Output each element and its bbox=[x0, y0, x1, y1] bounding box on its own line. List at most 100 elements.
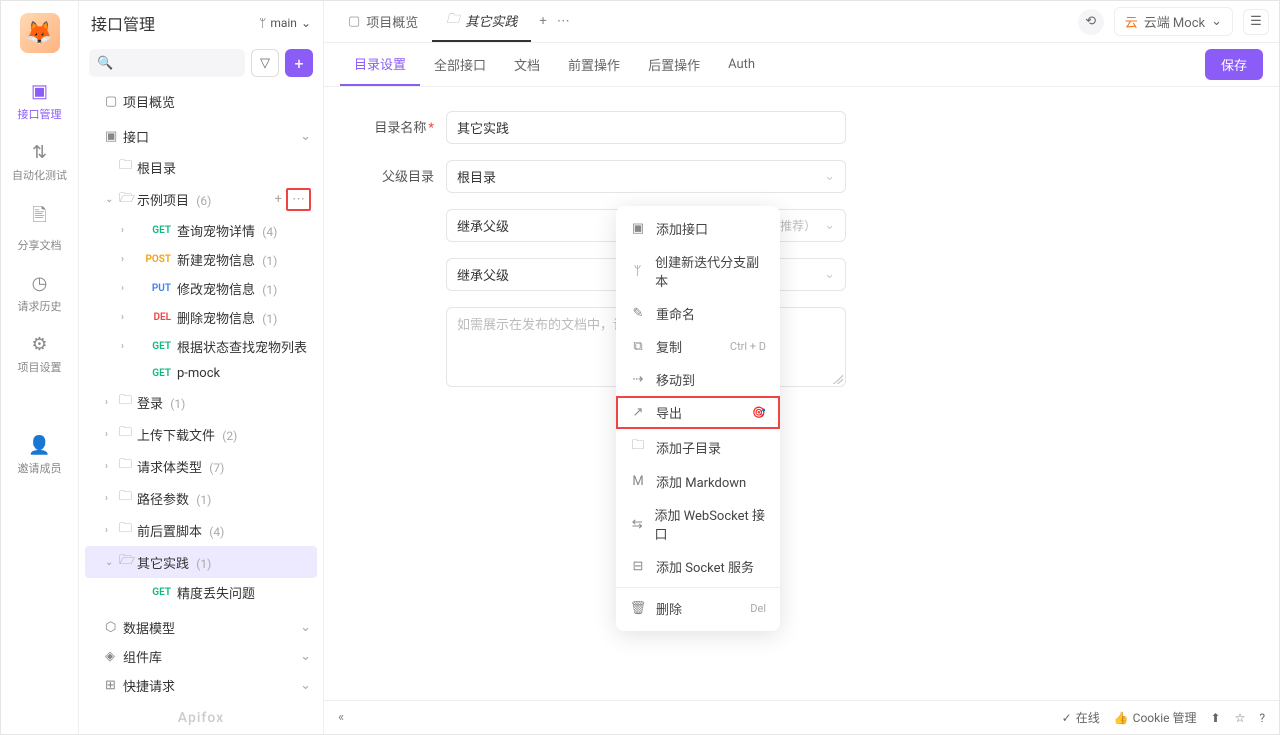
ctx-create-branch-copy[interactable]: ᛘ创建新迭代分支副本 bbox=[616, 245, 780, 297]
tree-api-item[interactable]: ›GET查询宠物详情 (4) bbox=[85, 216, 317, 245]
input-dir-name[interactable]: 其它实践 bbox=[446, 111, 846, 144]
add-button[interactable]: + bbox=[285, 49, 313, 77]
schema-icon: ⬡ bbox=[105, 620, 123, 635]
tree-api-item[interactable]: GET精度丢失问题 bbox=[85, 578, 317, 607]
subtab-post[interactable]: 后置操作 bbox=[634, 43, 714, 86]
save-button[interactable]: 保存 bbox=[1205, 49, 1263, 80]
ctx-add-subdir[interactable]: 🗀添加子目录 bbox=[616, 429, 780, 465]
tree-folder[interactable]: ›🗀上传下载文件 (2) bbox=[85, 418, 317, 450]
rail-history[interactable]: ◷请求历史 bbox=[1, 263, 78, 324]
chevron-right-icon: › bbox=[121, 225, 135, 236]
subtab-dir-settings[interactable]: 目录设置 bbox=[340, 43, 420, 86]
tree-folder[interactable]: ›🗀登录 (1) bbox=[85, 386, 317, 418]
tree-api-item[interactable]: ›PUT修改宠物信息 (1) bbox=[85, 274, 317, 303]
select-parent-dir[interactable]: 根目录⌄ bbox=[446, 160, 846, 193]
edit-icon: ✎ bbox=[630, 306, 646, 321]
menu-icon: ☰ bbox=[1250, 14, 1262, 29]
ctx-export[interactable]: ↗导出🎯 bbox=[616, 396, 780, 429]
api-icon: ▣ bbox=[31, 81, 48, 102]
tree-api-item[interactable]: GETp-mock bbox=[85, 361, 317, 386]
tab-other-practice[interactable]: 🗀其它实践 bbox=[432, 1, 531, 42]
tree-folder[interactable]: ›🗀前后置脚本 (4) bbox=[85, 514, 317, 546]
collapse-button[interactable]: « bbox=[338, 710, 344, 725]
folder-icon: 🗀 bbox=[119, 156, 137, 178]
rail-automation[interactable]: ⇅自动化测试 bbox=[1, 132, 78, 193]
flow-icon: ⇅ bbox=[32, 142, 47, 163]
trash-icon: 🗑 bbox=[630, 601, 646, 616]
tree-project-overview[interactable]: ▢项目概览 bbox=[85, 87, 317, 116]
chevron-down-icon: ⌄ bbox=[824, 169, 835, 184]
folder-icon: 🗀 bbox=[119, 455, 137, 477]
filter-button[interactable]: ▽ bbox=[251, 49, 279, 77]
ctx-delete[interactable]: 🗑删除Del bbox=[616, 592, 780, 625]
ctx-add-markdown[interactable]: M添加 Markdown bbox=[616, 465, 780, 498]
tree-folder[interactable]: ›🗀请求体类型 (7) bbox=[85, 450, 317, 482]
chevron-right-icon: › bbox=[105, 461, 119, 472]
invite-icon: 👤 bbox=[28, 435, 50, 456]
plus-icon[interactable]: + bbox=[275, 192, 282, 207]
tree-data-model[interactable]: ⬡数据模型⌄ bbox=[85, 613, 317, 642]
panel-title: 接口管理 bbox=[91, 11, 259, 35]
rail-settings[interactable]: ⚙项目设置 bbox=[1, 324, 78, 385]
subtab-all-api[interactable]: 全部接口 bbox=[420, 43, 500, 86]
online-status[interactable]: ✓在线 bbox=[1062, 709, 1100, 726]
tab-overview[interactable]: ▢项目概览 bbox=[334, 1, 432, 42]
socket-icon: ⊟ bbox=[630, 559, 646, 574]
ctx-copy[interactable]: ⧉复制Ctrl + D bbox=[616, 330, 780, 363]
tree-api-item[interactable]: ›DEL删除宠物信息 (1) bbox=[85, 303, 317, 332]
tab-more-button[interactable]: ⋯ bbox=[557, 14, 570, 29]
upload-button[interactable]: ⬆ bbox=[1211, 711, 1221, 725]
tree-api-item[interactable]: ›GET根据状态查找宠物列表 bbox=[85, 332, 317, 361]
search-input[interactable]: 🔍 bbox=[89, 49, 245, 77]
tree-api-item[interactable]: ›POST新建宠物信息 (1) bbox=[85, 245, 317, 274]
websocket-icon: ⇆ bbox=[630, 517, 644, 532]
subtab-pre[interactable]: 前置操作 bbox=[554, 43, 634, 86]
ctx-add-api[interactable]: ▣添加接口 bbox=[616, 212, 780, 245]
cookie-icon: 👍 bbox=[1114, 711, 1129, 725]
subtab-auth[interactable]: Auth bbox=[714, 43, 769, 86]
quick-icon: ⊞ bbox=[105, 678, 123, 693]
folder-icon: 🗀 bbox=[446, 10, 459, 32]
refresh-icon: ⟲ bbox=[1085, 14, 1096, 29]
rail-api-mgmt[interactable]: ▣接口管理 bbox=[1, 71, 78, 132]
tree-folder[interactable]: ›🗀路径参数 (1) bbox=[85, 482, 317, 514]
chevron-down-icon: ⌄ bbox=[300, 129, 311, 144]
bookmark-button[interactable]: ☆ bbox=[1235, 711, 1246, 725]
ctx-add-socket[interactable]: ⊟添加 Socket 服务 bbox=[616, 550, 780, 583]
new-tab-button[interactable]: + bbox=[539, 14, 546, 29]
tree-components[interactable]: ◈组件库⌄ bbox=[85, 642, 317, 671]
help-button[interactable]: ? bbox=[1259, 711, 1265, 725]
tree-folder-selected[interactable]: ⌄🗁其它实践 (1) bbox=[85, 546, 317, 578]
chevron-down-icon: ⌄ bbox=[824, 218, 835, 233]
chevron-right-icon: › bbox=[121, 283, 135, 294]
filter-icon: ▽ bbox=[260, 56, 270, 71]
rail-share-doc[interactable]: 🖹分享文档 bbox=[1, 193, 78, 263]
more-icon[interactable]: ⋯ bbox=[286, 188, 311, 211]
overview-icon: ▢ bbox=[348, 14, 360, 29]
badge-icon: 🎯 bbox=[752, 406, 766, 419]
cloud-icon: 云 bbox=[1125, 12, 1138, 31]
env-selector[interactable]: 云云端 Mock⌄ bbox=[1114, 7, 1233, 36]
chevron-down-icon: ⌄ bbox=[1211, 14, 1222, 29]
tree-quick-request[interactable]: ⊞快捷请求⌄ bbox=[85, 671, 317, 700]
footer: « ✓在线 👍Cookie 管理 ⬆ ☆ ? bbox=[324, 700, 1279, 734]
subtab-doc[interactable]: 文档 bbox=[500, 43, 554, 86]
branch-selector[interactable]: ᛘmain⌄ bbox=[259, 16, 311, 30]
cookie-mgmt[interactable]: 👍Cookie 管理 bbox=[1114, 709, 1197, 726]
folder-open-icon: 🗁 bbox=[119, 551, 137, 573]
ctx-move-to[interactable]: ⇢移动到 bbox=[616, 363, 780, 396]
ctx-add-websocket[interactable]: ⇆添加 WebSocket 接口 bbox=[616, 498, 780, 550]
refresh-button[interactable]: ⟲ bbox=[1078, 9, 1104, 35]
tree-root-folder[interactable]: 🗀根目录 bbox=[85, 151, 317, 183]
hamburger-button[interactable]: ☰ bbox=[1243, 9, 1269, 35]
branch-icon: ᛘ bbox=[259, 16, 266, 30]
folder-open-icon: 🗁 bbox=[119, 189, 137, 211]
tree-example-project[interactable]: ⌄🗁示例项目 (6)+⋯ bbox=[85, 183, 317, 216]
context-menu: ▣添加接口 ᛘ创建新迭代分支副本 ✎重命名 ⧉复制Ctrl + D ⇢移动到 ↗… bbox=[616, 206, 780, 631]
tree-api-section[interactable]: ▣接口⌄ bbox=[85, 122, 317, 151]
rail-invite[interactable]: 👤邀请成员 bbox=[1, 425, 78, 486]
resize-handle[interactable] bbox=[833, 374, 843, 384]
ctx-rename[interactable]: ✎重命名 bbox=[616, 297, 780, 330]
settings-icon: ⚙ bbox=[31, 334, 47, 355]
plus-icon: + bbox=[294, 54, 303, 73]
